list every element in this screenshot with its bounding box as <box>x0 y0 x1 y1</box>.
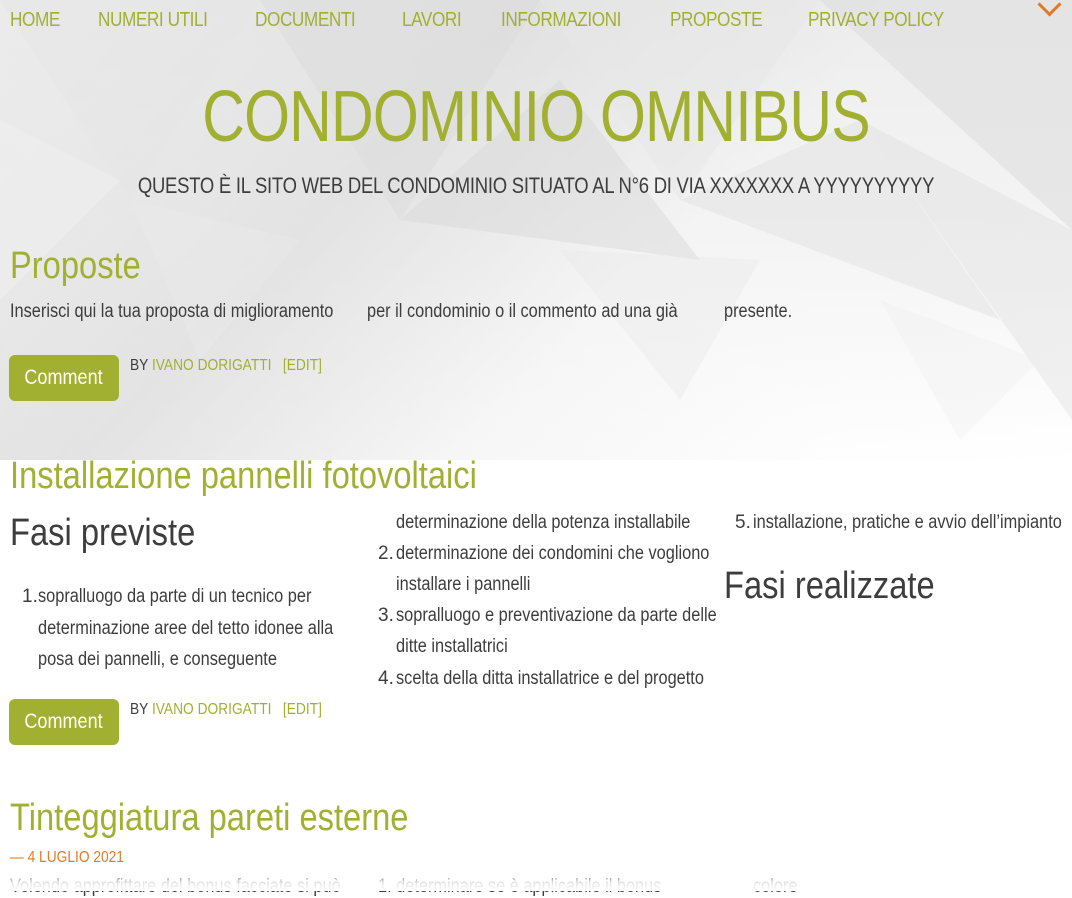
nav-item-documenti[interactable]: DOCUMENTI <box>255 9 356 32</box>
site-title[interactable]: CONDOMINIO OMNIBUS <box>0 72 1072 162</box>
list-item-line: ditte installatrici <box>396 636 508 657</box>
site-tagline: QUESTO È IL SITO WEB DEL CONDOMINIO SITU… <box>137 173 935 198</box>
by-label: BY <box>130 701 149 718</box>
post-title-tinteggiatura[interactable]: Tinteggiatura pareti esterne <box>10 797 408 840</box>
edit-link[interactable]: [EDIT] <box>283 701 322 718</box>
post-body-line: presente. <box>724 301 793 322</box>
comment-button[interactable]: Comment <box>9 699 119 745</box>
nav-item-lavori[interactable]: LAVORI <box>402 9 462 32</box>
nav-item-informazioni[interactable]: INFORMAZIONI <box>501 9 621 32</box>
list-item-line: determinazione della potenza installabil… <box>396 512 691 533</box>
comment-button[interactable]: Comment <box>9 355 119 401</box>
author-link[interactable]: IVANO DORIGATTI <box>152 701 272 718</box>
list-item-line: sopralluogo da parte di un tecnico per <box>38 586 312 607</box>
post-date[interactable]: — 4 LUGLIO 2021 <box>10 849 124 867</box>
list-item-number: 4. <box>378 668 394 689</box>
nav-item-home[interactable]: HOME <box>10 9 60 32</box>
list-item-line: sopralluogo e preventivazione da parte d… <box>396 605 717 626</box>
list-item-number: 2. <box>378 543 394 564</box>
author-link[interactable]: IVANO DORIGATTI <box>152 357 272 374</box>
nav-item-numeri-utili[interactable]: NUMERI UTILI <box>98 9 208 32</box>
section-title-fasi-realizzate: Fasi realizzate <box>724 565 935 607</box>
post-body-line: Inserisci qui la tua proposta di miglior… <box>10 301 334 322</box>
bottom-fade <box>0 870 1072 891</box>
list-item-line: installare i pannelli <box>396 574 531 595</box>
by-label: BY <box>130 357 149 374</box>
list-item-number: 5. <box>735 512 751 533</box>
post-title-fotovoltaici[interactable]: Installazione pannelli fotovoltaici <box>10 455 477 498</box>
post-meta: BY IVANO DORIGATTI [EDIT] <box>130 701 322 719</box>
edit-link[interactable]: [EDIT] <box>283 357 322 374</box>
post-meta: BY IVANO DORIGATTI [EDIT] <box>130 357 322 375</box>
list-item-line: determinazione dei condomini che voglion… <box>396 543 710 564</box>
nav-item-proposte[interactable]: PROPOSTE <box>670 9 763 32</box>
list-item-line: posa dei pannelli, e conseguente <box>38 649 277 670</box>
geometric-pattern <box>0 0 1072 440</box>
list-item-line: determinazione aree del tetto idonee all… <box>38 618 334 639</box>
list-item-number: 3. <box>378 605 394 626</box>
list-item-line: scelta della ditta installatrice e del p… <box>396 668 704 689</box>
post-body-line: per il condominio o il commento ad una g… <box>367 301 678 322</box>
header-background <box>0 0 1072 460</box>
section-title-fasi-previste: Fasi previste <box>10 512 196 554</box>
main-nav: HOME NUMERI UTILI DOCUMENTI LAVORI INFOR… <box>10 9 995 32</box>
nav-item-privacy-policy[interactable]: PRIVACY POLICY <box>808 9 944 32</box>
list-item-number: 1. <box>22 586 38 607</box>
list-item-line: installazione, pratiche e avvio dell’imp… <box>753 512 1062 533</box>
post-title-proposte[interactable]: Proposte <box>10 245 141 288</box>
